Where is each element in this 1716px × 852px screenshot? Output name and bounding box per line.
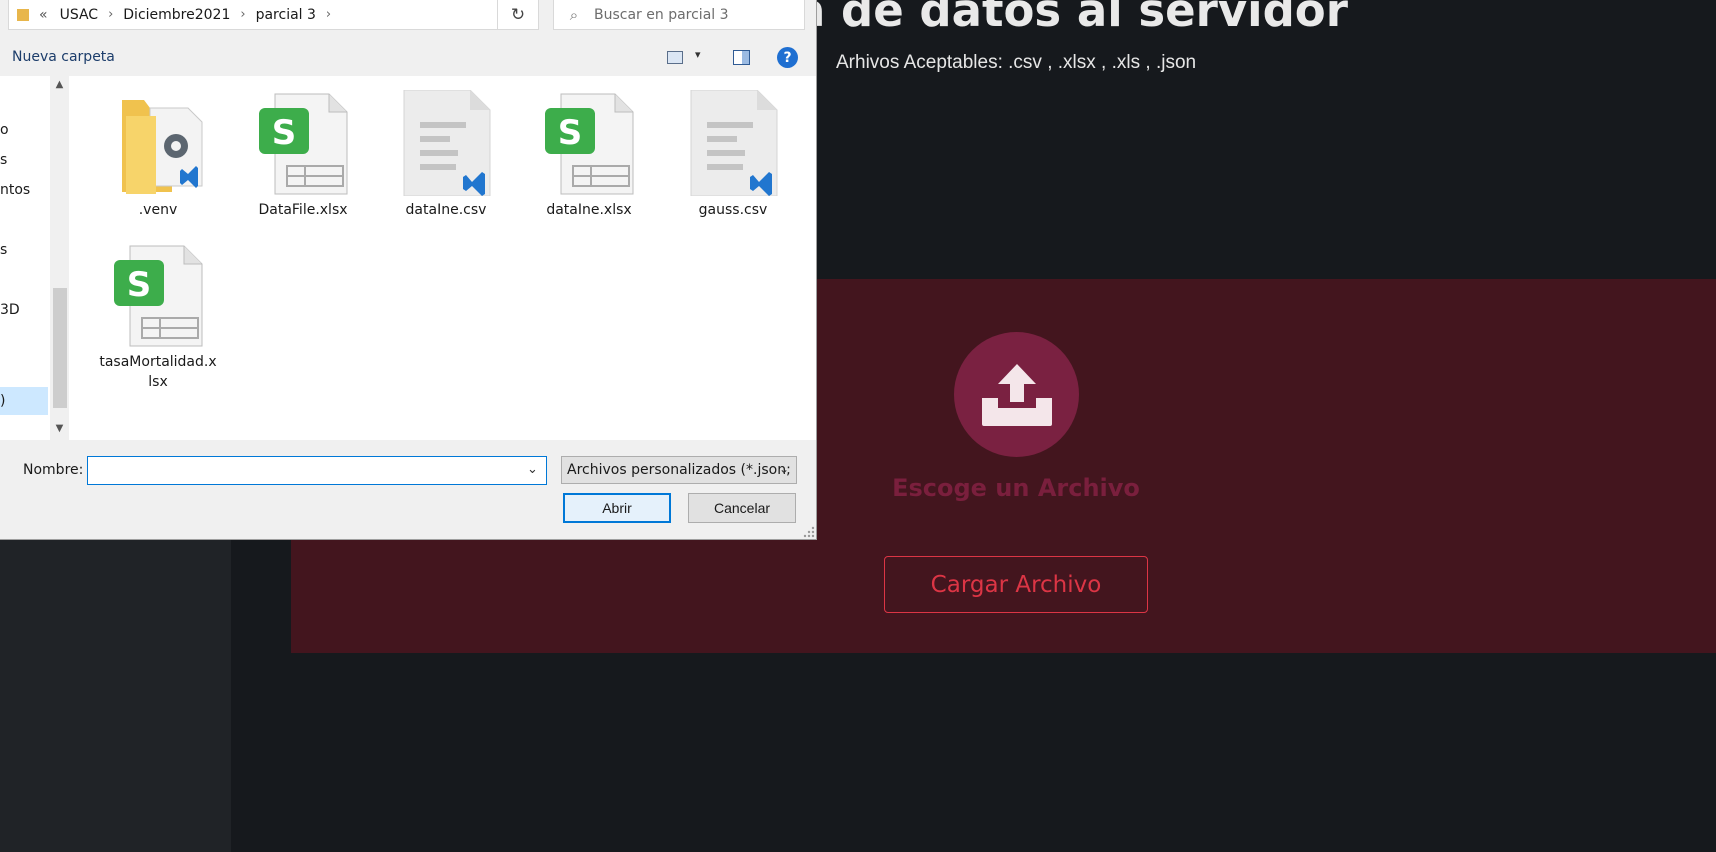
folder-icon bbox=[17, 8, 29, 21]
chevron-right-icon[interactable]: › bbox=[108, 7, 113, 22]
file-list: .venv S DataFile.xlsx dataIne.csv S data… bbox=[69, 76, 816, 440]
view-options-icon[interactable] bbox=[667, 51, 683, 64]
address-bar[interactable]: « USAC › Diciembre2021 › parcial 3 › ⌄ bbox=[8, 0, 536, 30]
svg-text:S: S bbox=[272, 113, 297, 153]
file-name: dataIne.xlsx bbox=[546, 202, 632, 218]
resize-grip-icon[interactable] bbox=[803, 526, 815, 538]
breadcrumb-item[interactable]: parcial 3 bbox=[256, 7, 316, 23]
svg-text:S: S bbox=[127, 265, 152, 305]
load-file-button[interactable]: Cargar Archivo bbox=[884, 556, 1148, 613]
dialog-footer: Nombre: ⌄ Archivos personalizados (*.jso… bbox=[0, 440, 816, 539]
scroll-down-icon[interactable]: ▼ bbox=[50, 420, 69, 437]
navigation-scrollbar[interactable]: ▲ ▼ bbox=[50, 76, 69, 440]
nav-item[interactable]: s bbox=[0, 152, 7, 168]
chevron-right-icon[interactable]: › bbox=[326, 7, 331, 22]
file-name: DataFile.xlsx bbox=[258, 202, 348, 218]
spreadsheet-icon: S bbox=[114, 245, 203, 347]
refresh-icon: ↻ bbox=[510, 4, 526, 25]
refresh-button[interactable]: ↻ bbox=[497, 0, 539, 30]
preview-pane-icon[interactable] bbox=[733, 50, 750, 65]
page-heading: a de datos al servidor bbox=[795, 0, 1348, 37]
help-icon[interactable]: ? bbox=[777, 47, 798, 68]
file-type-select[interactable]: Archivos personalizados (*.json; bbox=[561, 456, 797, 484]
cancel-button[interactable]: Cancelar bbox=[688, 493, 796, 523]
breadcrumb-overflow[interactable]: « bbox=[39, 7, 48, 23]
chevron-down-icon[interactable]: ⌄ bbox=[527, 462, 538, 477]
breadcrumb-item[interactable]: Diciembre2021 bbox=[123, 7, 230, 23]
filename-input[interactable] bbox=[87, 456, 547, 485]
search-input[interactable]: ⌕ Buscar en parcial 3 bbox=[553, 0, 805, 30]
chevron-down-icon[interactable]: ⌄ bbox=[779, 462, 789, 476]
upload-icon bbox=[981, 363, 1052, 426]
file-name: .venv bbox=[138, 202, 178, 218]
file-item[interactable]: .venv bbox=[98, 90, 218, 220]
new-folder-button[interactable]: Nueva carpeta bbox=[12, 49, 115, 65]
scrollbar-thumb[interactable] bbox=[53, 288, 67, 408]
spreadsheet-icon: S bbox=[545, 93, 634, 195]
filename-label: Nombre: bbox=[23, 462, 84, 478]
vscode-file-icon bbox=[403, 90, 491, 196]
nav-item-selected[interactable]: ) bbox=[0, 387, 48, 415]
navigation-pane[interactable]: o s ntos s 3D ) bbox=[0, 76, 50, 440]
nav-item[interactable]: o bbox=[0, 122, 9, 138]
chevron-right-icon[interactable]: › bbox=[240, 7, 245, 22]
nav-item[interactable]: 3D bbox=[0, 302, 20, 318]
file-name: gauss.csv bbox=[698, 202, 768, 218]
folder-icon bbox=[122, 100, 203, 194]
file-item[interactable]: S tasaMortalidad.xlsx bbox=[98, 242, 218, 392]
accepted-files-text: Arhivos Aceptables: .csv , .xlsx , .xls … bbox=[836, 52, 1197, 73]
breadcrumb-item[interactable]: USAC bbox=[60, 7, 99, 23]
choose-file-label[interactable]: Escoge un Archivo bbox=[870, 474, 1162, 502]
search-icon: ⌕ bbox=[569, 5, 579, 24]
file-item[interactable]: S dataIne.xlsx bbox=[529, 90, 649, 220]
spreadsheet-icon: S bbox=[259, 93, 348, 195]
file-item[interactable]: gauss.csv bbox=[673, 90, 793, 220]
open-button[interactable]: Abrir bbox=[563, 493, 671, 523]
file-open-dialog: « USAC › Diciembre2021 › parcial 3 › ⌄ ↻… bbox=[0, 0, 817, 540]
chevron-down-icon[interactable]: ▾ bbox=[695, 48, 701, 61]
svg-text:S: S bbox=[558, 113, 583, 153]
upload-button[interactable] bbox=[954, 332, 1079, 457]
command-bar: Nueva carpeta ▾ ? bbox=[0, 40, 816, 76]
scroll-up-icon[interactable]: ▲ bbox=[50, 76, 69, 93]
file-item[interactable]: S DataFile.xlsx bbox=[243, 90, 363, 220]
nav-item[interactable]: s bbox=[0, 242, 7, 258]
file-item[interactable]: dataIne.csv bbox=[386, 90, 506, 220]
file-name: dataIne.csv bbox=[405, 202, 487, 218]
vscode-file-icon bbox=[690, 90, 778, 196]
file-name: tasaMortalidad.xlsx bbox=[99, 354, 217, 390]
nav-item[interactable]: ntos bbox=[0, 182, 30, 198]
search-placeholder: Buscar en parcial 3 bbox=[594, 6, 729, 23]
